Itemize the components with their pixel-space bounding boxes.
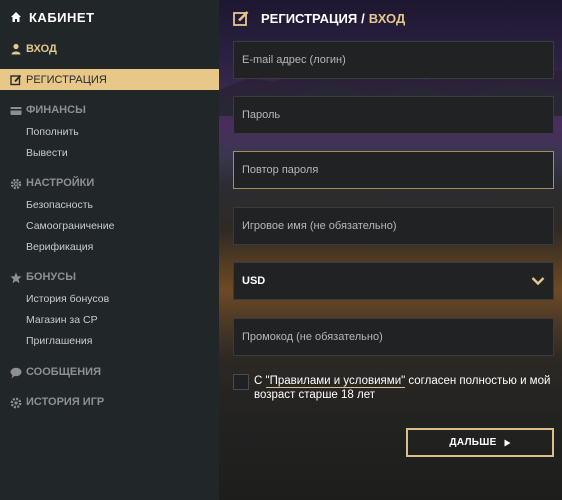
sidebar-section-settings[interactable]: НАСТРОЙКИ bbox=[0, 177, 219, 191]
sidebar-section-finance[interactable]: ФИНАНСЫ bbox=[0, 104, 219, 118]
cabinet-brand: КАБИНЕТ bbox=[10, 8, 95, 26]
terms-text: С "Правилами и условиями" согласен полно… bbox=[254, 374, 558, 402]
page-title: РЕГИСТРАЦИЯ / ВХОД bbox=[233, 9, 405, 27]
sidebar-item-label: ВХОД bbox=[26, 43, 57, 55]
currency-value: USD bbox=[242, 275, 266, 287]
chevron-down-icon bbox=[531, 277, 545, 286]
registration-panel: РЕГИСТРАЦИЯ / ВХОД E-mail адрес (логин) … bbox=[219, 0, 562, 500]
sidebar-item-withdraw[interactable]: Вывести bbox=[26, 147, 68, 159]
section-label: ФИНАНСЫ bbox=[26, 104, 86, 116]
section-label: СООБЩЕНИЯ bbox=[26, 366, 101, 378]
sidebar-section-game-history[interactable]: ИСТОРИЯ ИГР bbox=[0, 396, 219, 410]
chat-icon bbox=[10, 367, 22, 379]
section-label: БОНУСЫ bbox=[26, 271, 76, 283]
sidebar-section-bonuses[interactable]: БОНУСЫ bbox=[0, 271, 219, 285]
nickname-field[interactable]: Игровое имя (не обязательно) bbox=[233, 207, 554, 245]
arrow-right-icon bbox=[504, 439, 511, 446]
next-button-label: ДАЛЬШЕ bbox=[449, 437, 497, 448]
title-register: РЕГИСТРАЦИЯ bbox=[261, 10, 358, 26]
sidebar-item-security[interactable]: Безопасность bbox=[26, 199, 93, 211]
gear-icon bbox=[10, 178, 22, 190]
edit-icon bbox=[10, 74, 22, 86]
next-button[interactable]: ДАЛЬШЕ bbox=[406, 428, 554, 457]
edit-icon bbox=[233, 10, 249, 26]
sidebar-section-messages[interactable]: СООБЩЕНИЯ bbox=[0, 366, 219, 380]
promo-placeholder: Промокод (не обязательно) bbox=[242, 331, 383, 343]
section-label: ИСТОРИЯ ИГР bbox=[26, 396, 105, 408]
section-label: НАСТРОЙКИ bbox=[26, 177, 95, 189]
title-login-link[interactable]: ВХОД bbox=[369, 11, 405, 26]
title-separator: / bbox=[361, 10, 365, 26]
currency-select[interactable]: USD bbox=[233, 262, 554, 300]
nickname-placeholder: Игровое имя (не обязательно) bbox=[242, 220, 397, 232]
sidebar-item-login[interactable]: ВХОД bbox=[0, 40, 219, 58]
sidebar-item-cp-shop[interactable]: Магазин за CP bbox=[26, 314, 98, 326]
sidebar: КАБИНЕТ ВХОД РЕГИСТРАЦИЯ ФИНАНСЫ Пополни… bbox=[0, 0, 219, 500]
brand-label: КАБИНЕТ bbox=[29, 9, 95, 25]
sidebar-item-self-limit[interactable]: Самоограничение bbox=[26, 220, 114, 232]
password-placeholder: Пароль bbox=[242, 109, 281, 121]
password-field[interactable]: Пароль bbox=[233, 96, 554, 134]
sidebar-item-register[interactable]: РЕГИСТРАЦИЯ bbox=[0, 69, 219, 90]
star-icon bbox=[10, 272, 22, 284]
terms-checkbox[interactable] bbox=[233, 374, 249, 390]
password-repeat-field[interactable]: Повтор пароля bbox=[233, 151, 554, 189]
sidebar-item-label: РЕГИСТРАЦИЯ bbox=[26, 73, 107, 86]
sidebar-item-verification[interactable]: Верификация bbox=[26, 241, 93, 253]
terms-prefix: С bbox=[254, 375, 266, 387]
email-placeholder: E-mail адрес (логин) bbox=[242, 54, 346, 66]
home-icon bbox=[11, 12, 21, 22]
sidebar-item-bonus-history[interactable]: История бонусов bbox=[26, 293, 109, 305]
email-field[interactable]: E-mail адрес (логин) bbox=[233, 41, 554, 79]
user-icon bbox=[10, 43, 22, 55]
password-repeat-placeholder: Повтор пароля bbox=[242, 164, 319, 176]
promo-code-field[interactable]: Промокод (не обязательно) bbox=[233, 318, 554, 356]
sidebar-item-invitations[interactable]: Приглашения bbox=[26, 335, 92, 347]
sidebar-item-deposit[interactable]: Пополнить bbox=[26, 126, 79, 138]
history-icon bbox=[10, 397, 22, 409]
wallet-icon bbox=[10, 105, 22, 117]
terms-link[interactable]: "Правилами и условиями" bbox=[265, 375, 406, 388]
